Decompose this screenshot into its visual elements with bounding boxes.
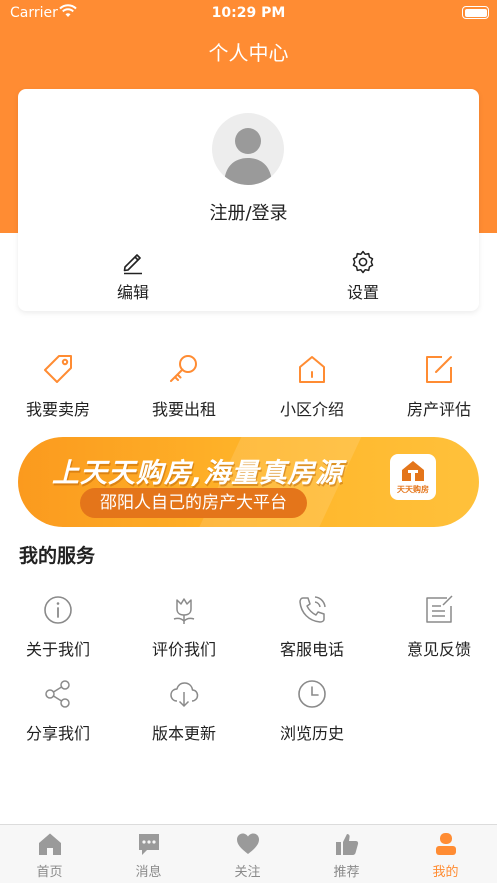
promo-banner[interactable]: 上天天购房,海量真房源 邵阳人自己的房产大平台 天天购房 bbox=[18, 437, 479, 527]
user-icon bbox=[435, 833, 456, 855]
banner-headline: 上天天购房,海量真房源 bbox=[52, 458, 344, 489]
key-icon bbox=[170, 355, 197, 382]
sell-house-button[interactable]: 我要卖房 bbox=[0, 352, 120, 420]
tab-follow[interactable]: 关注 bbox=[198, 831, 297, 880]
info-icon bbox=[44, 596, 72, 624]
tab-messages-label: 消息 bbox=[135, 865, 162, 880]
avatar[interactable] bbox=[212, 113, 284, 185]
status-bar: Carrier 10:29 PM bbox=[0, 0, 497, 26]
tab-recommend-label: 推荐 bbox=[333, 865, 360, 880]
share-us-button[interactable]: 分享我们 bbox=[0, 678, 120, 744]
tab-recommend[interactable]: 推荐 bbox=[297, 831, 396, 880]
community-intro-button[interactable]: 小区介绍 bbox=[250, 352, 374, 420]
pencil-icon bbox=[123, 254, 142, 275]
settings-label: 设置 bbox=[346, 283, 379, 302]
tab-mine[interactable]: 我的 bbox=[396, 831, 495, 880]
tab-home[interactable]: 首页 bbox=[0, 831, 99, 880]
battery-icon bbox=[462, 6, 489, 19]
property-valuation-button[interactable]: 房产评估 bbox=[377, 352, 497, 420]
brand-logo: 天天购房 bbox=[390, 454, 436, 500]
tab-home-label: 首页 bbox=[36, 865, 63, 880]
feedback-label: 意见反馈 bbox=[406, 640, 471, 659]
gear-icon bbox=[352, 250, 374, 274]
about-us-button[interactable]: 关于我们 bbox=[0, 594, 120, 660]
services-section-title: 我的服务 bbox=[19, 545, 96, 567]
share-icon bbox=[45, 680, 70, 708]
flower-icon bbox=[173, 598, 195, 624]
edit-button[interactable]: 编辑 bbox=[73, 249, 193, 303]
message-icon bbox=[138, 834, 159, 855]
user-avatar-icon bbox=[224, 128, 272, 185]
home-icon bbox=[38, 833, 61, 855]
logo-house-icon bbox=[402, 461, 424, 481]
logo-text: 天天购房 bbox=[397, 485, 429, 494]
profile-card: 注册/登录 编辑 设置 bbox=[18, 89, 479, 311]
phone-icon bbox=[299, 596, 326, 623]
customer-service-label: 客服电话 bbox=[279, 640, 344, 659]
share-us-label: 分享我们 bbox=[25, 724, 90, 743]
status-time: 10:29 PM bbox=[211, 5, 286, 21]
customer-service-button[interactable]: 客服电话 bbox=[250, 594, 374, 660]
tab-messages[interactable]: 消息 bbox=[99, 831, 198, 880]
edit-label: 编辑 bbox=[116, 283, 149, 302]
version-update-button[interactable]: 版本更新 bbox=[122, 678, 246, 744]
tag-icon bbox=[44, 355, 72, 383]
clock-icon bbox=[298, 680, 326, 708]
rent-out-label: 我要出租 bbox=[151, 400, 216, 419]
login-register-link[interactable]: 注册/登录 bbox=[18, 199, 479, 225]
banner-subline: 邵阳人自己的房产大平台 bbox=[80, 488, 307, 518]
tab-mine-label: 我的 bbox=[432, 865, 459, 880]
version-update-label: 版本更新 bbox=[151, 724, 216, 743]
browse-history-label: 浏览历史 bbox=[279, 724, 344, 743]
rate-us-button[interactable]: 评价我们 bbox=[122, 594, 246, 660]
community-intro-label: 小区介绍 bbox=[279, 400, 344, 419]
about-us-label: 关于我们 bbox=[25, 640, 90, 659]
feedback-icon bbox=[426, 595, 453, 623]
quick-actions-row: 我要卖房 我要出租 小区介绍 房产评估 bbox=[0, 352, 497, 422]
download-icon bbox=[170, 682, 199, 708]
bottom-tab-bar: 首页 消息 关注 推荐 我的 bbox=[0, 824, 497, 883]
browse-history-button[interactable]: 浏览历史 bbox=[250, 678, 374, 744]
tab-follow-label: 关注 bbox=[234, 865, 261, 880]
feedback-button[interactable]: 意见反馈 bbox=[377, 594, 497, 660]
rate-us-label: 评价我们 bbox=[151, 640, 216, 659]
settings-button[interactable]: 设置 bbox=[303, 249, 423, 303]
page-title: 个人中心 bbox=[208, 41, 289, 65]
sell-house-label: 我要卖房 bbox=[25, 400, 90, 419]
property-valuation-label: 房产评估 bbox=[406, 400, 471, 419]
edit-square-icon bbox=[426, 356, 452, 383]
rent-out-button[interactable]: 我要出租 bbox=[122, 352, 246, 420]
heart-icon bbox=[236, 833, 259, 854]
thumbs-up-icon bbox=[335, 834, 358, 855]
house-icon bbox=[299, 356, 325, 383]
